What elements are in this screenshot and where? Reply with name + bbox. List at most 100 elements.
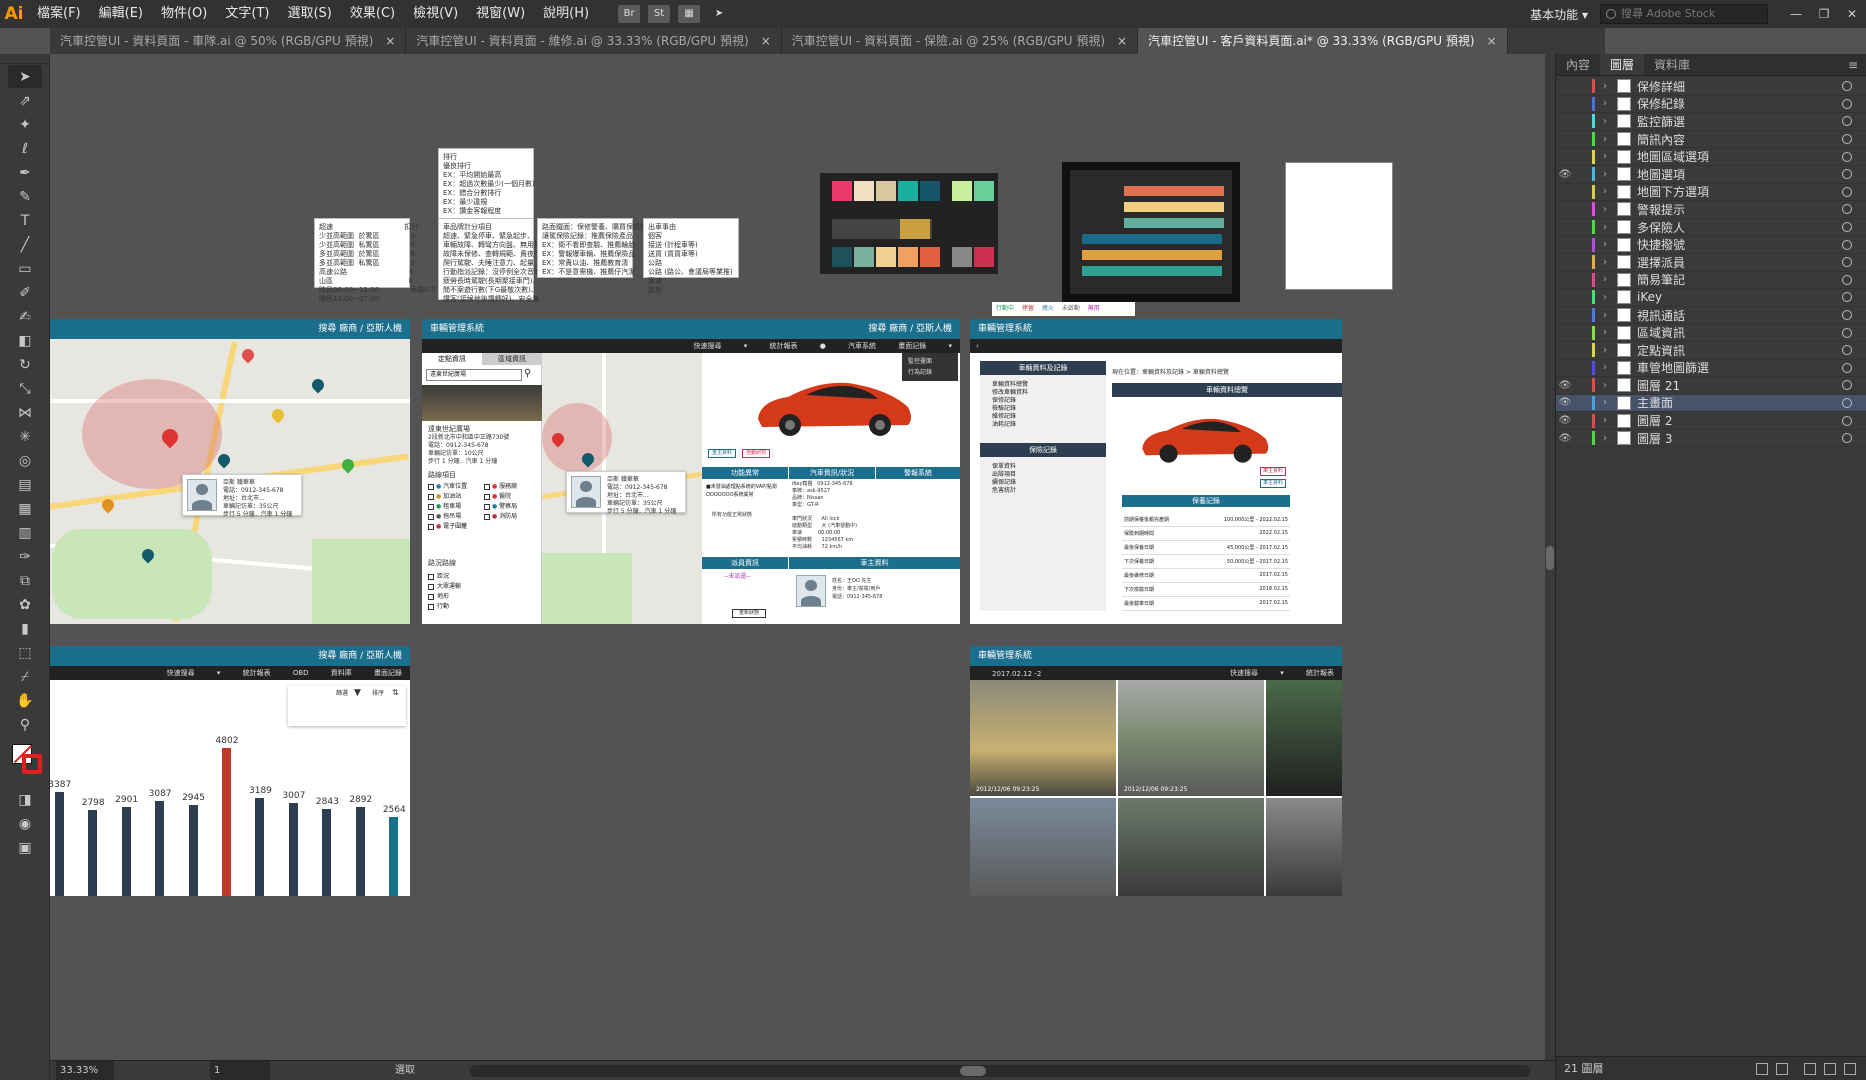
horizontal-scrollbar[interactable] bbox=[470, 1065, 1530, 1077]
target-circle-icon[interactable] bbox=[1842, 327, 1852, 338]
chart-bar[interactable] bbox=[255, 797, 265, 896]
sort-icon[interactable]: ⇅ bbox=[392, 688, 399, 697]
layer-row[interactable]: 👁 › 圖層 2 bbox=[1556, 412, 1866, 430]
diagram-board[interactable] bbox=[1285, 162, 1393, 290]
layer-row[interactable]: › 保修紀錄 bbox=[1556, 96, 1866, 114]
chevron-right-icon[interactable]: › bbox=[1603, 134, 1617, 145]
tab-close-icon[interactable]: × bbox=[385, 34, 395, 48]
stock-button[interactable]: St bbox=[648, 5, 671, 23]
layer-name[interactable]: 保修詳細 bbox=[1637, 78, 1842, 95]
sub-nav[interactable]: ‹ bbox=[970, 339, 1342, 353]
workspace-switcher[interactable]: 基本功能 ▾ bbox=[1530, 6, 1588, 23]
path-item[interactable]: 距況 bbox=[428, 571, 538, 581]
perspective-grid-tool-icon[interactable]: ▤ bbox=[8, 473, 42, 496]
layer-row[interactable]: › 區域資訊 bbox=[1556, 324, 1866, 342]
menu-link[interactable]: 維修記錄 bbox=[992, 413, 1028, 421]
reset-status-button[interactable]: 重新狀態 bbox=[732, 609, 766, 618]
adobe-stock-search[interactable]: 搜尋 Adobe Stock bbox=[1600, 4, 1768, 24]
layer-name[interactable]: 圖層 2 bbox=[1637, 412, 1842, 429]
layer-name[interactable]: 警報提示 bbox=[1637, 201, 1842, 218]
chevron-right-icon[interactable]: › bbox=[1603, 310, 1617, 321]
header-actions[interactable]: 搜尋 廠商 / 亞斯人機 bbox=[868, 319, 952, 339]
target-circle-icon[interactable] bbox=[1842, 415, 1852, 426]
target-circle-icon[interactable] bbox=[1842, 292, 1852, 303]
layer-row[interactable]: › 多保險人 bbox=[1556, 219, 1866, 237]
checkbox[interactable] bbox=[428, 513, 434, 520]
owner-data-button[interactable]: 車主資料 bbox=[1260, 467, 1286, 476]
rotate-tool-icon[interactable]: ↻ bbox=[8, 353, 42, 376]
visibility-eye-icon[interactable]: 👁 bbox=[1556, 433, 1574, 444]
fleet-map[interactable]: 亞斯 鐵華華 電話：0912-345-678 地址：台北市... 車輛記仿單：3… bbox=[542, 353, 702, 624]
camera-feed-6[interactable] bbox=[1266, 798, 1342, 896]
direct-selection-tool-icon[interactable]: ⇗ bbox=[8, 89, 42, 112]
paintbrush-tool-icon[interactable]: ✐ bbox=[8, 281, 42, 304]
layer-name[interactable]: 地圖區域選項 bbox=[1637, 148, 1842, 165]
tab-properties[interactable]: 內容 bbox=[1556, 54, 1600, 75]
target-circle-icon[interactable] bbox=[1842, 345, 1852, 356]
curvature-tool-icon[interactable]: ✎ bbox=[8, 185, 42, 208]
checkbox[interactable] bbox=[428, 573, 434, 580]
layer-row[interactable]: › 警報提示 bbox=[1556, 201, 1866, 219]
layer-name[interactable]: 簡訊內容 bbox=[1637, 131, 1842, 148]
layer-row[interactable]: › 選擇派員 bbox=[1556, 254, 1866, 272]
layer-name[interactable]: 地圖下方選項 bbox=[1637, 183, 1842, 200]
chart-bar[interactable] bbox=[121, 806, 131, 896]
hand-tool-icon[interactable]: ✋ bbox=[8, 689, 42, 712]
checkbox[interactable] bbox=[484, 483, 490, 490]
graph-tool-icon[interactable]: ▮ bbox=[8, 617, 42, 640]
target-circle-icon[interactable] bbox=[1842, 433, 1852, 444]
search-icon[interactable]: ⚲ bbox=[524, 368, 531, 379]
layer-name[interactable]: 保修紀錄 bbox=[1637, 95, 1842, 112]
layer-name[interactable]: 車管地圖篩選 bbox=[1637, 359, 1842, 376]
menu-view[interactable]: 檢視(V) bbox=[404, 0, 467, 28]
chevron-right-icon[interactable]: › bbox=[1603, 151, 1617, 162]
sub-nav[interactable]: 快速搜尋 ▾ 統計報表 ● 汽車系統 畫面記錄 ▾ bbox=[422, 339, 960, 353]
new-sublayer-icon[interactable] bbox=[1804, 1063, 1816, 1075]
layer-row[interactable]: 👁 › 圖層 21 bbox=[1556, 377, 1866, 395]
layer-name[interactable]: 圖層 21 bbox=[1637, 377, 1842, 394]
symbol-sprayer-tool-icon[interactable]: ✿ bbox=[8, 593, 42, 616]
chart-bar[interactable] bbox=[288, 803, 298, 896]
target-circle-icon[interactable] bbox=[1842, 98, 1852, 109]
tab-layers[interactable]: 圖層 bbox=[1600, 54, 1645, 75]
camera-feed-4[interactable] bbox=[970, 798, 1116, 896]
type-tool-icon[interactable]: T bbox=[8, 209, 42, 232]
shaper-tool-icon[interactable]: ✍ bbox=[8, 305, 42, 328]
camera-feed-3[interactable] bbox=[1266, 680, 1342, 796]
note-maintenance[interactable]: 路面鐵面：保修警養、購買保險推薦 讓駕保險記錄：推薦保險產品 EX：衛不看即查驗… bbox=[537, 218, 654, 278]
tab-close-icon[interactable]: × bbox=[1487, 34, 1497, 48]
chart-bar[interactable] bbox=[389, 817, 399, 896]
arrange-docs-icon[interactable]: ▦ bbox=[678, 5, 701, 23]
route-item[interactable]: ● 電子圍籬 bbox=[428, 521, 467, 530]
checkbox[interactable] bbox=[428, 493, 434, 500]
maximize-icon[interactable]: ❐ bbox=[1810, 7, 1838, 21]
camera-feed-1[interactable] bbox=[970, 680, 1116, 796]
place-search-input[interactable]: 遠東世紀廣場 bbox=[426, 369, 522, 381]
zoom-level[interactable]: 33.33% bbox=[56, 1061, 114, 1080]
chevron-right-icon[interactable]: › bbox=[1603, 362, 1617, 373]
canvas-area[interactable]: 排行 優良排行 EX：平均開始最高 EX：超過次數最少(一個月數) EX：錯合分… bbox=[50, 54, 1555, 1060]
menu-link[interactable]: 保修記錄 bbox=[992, 397, 1028, 405]
layer-name[interactable]: 區域資訊 bbox=[1637, 324, 1842, 341]
menu-window[interactable]: 視窗(W) bbox=[467, 0, 534, 28]
layer-name[interactable]: 選擇派員 bbox=[1637, 254, 1842, 271]
target-circle-icon[interactable] bbox=[1842, 204, 1852, 215]
chart-bar[interactable] bbox=[322, 808, 332, 896]
chart-bar[interactable] bbox=[355, 807, 365, 896]
delete-layer-icon[interactable] bbox=[1844, 1063, 1856, 1075]
tab-close-icon[interactable]: × bbox=[1117, 34, 1127, 48]
scroll-thumb[interactable] bbox=[960, 1066, 986, 1076]
layer-name[interactable]: 快捷撥號 bbox=[1637, 236, 1842, 253]
checkbox[interactable] bbox=[428, 503, 434, 510]
eraser-tool-icon[interactable]: ◧ bbox=[8, 329, 42, 352]
new-layer-icon[interactable] bbox=[1824, 1063, 1836, 1075]
layer-row[interactable]: › 定點資訊 bbox=[1556, 342, 1866, 360]
layer-name[interactable]: 圖層 3 bbox=[1637, 430, 1842, 447]
board-fleet[interactable]: 車輛管理系統 搜尋 廠商 / 亞斯人機 快速搜尋 ▾ 統計報表 ● 汽車系統 畫面… bbox=[422, 319, 960, 624]
chevron-right-icon[interactable]: › bbox=[1603, 186, 1617, 197]
layer-row[interactable]: › 簡訊內容 bbox=[1556, 131, 1866, 149]
note-vehicle-items[interactable]: 車品牌計分項目 超速、緊急停車、緊急起步、 車輛故障、轉彎方向盤、無用延期、 故… bbox=[438, 218, 562, 303]
layer-row[interactable]: › 視訊通話 bbox=[1556, 307, 1866, 325]
target-circle-icon[interactable] bbox=[1842, 169, 1852, 180]
chevron-right-icon[interactable]: › bbox=[1603, 397, 1617, 408]
